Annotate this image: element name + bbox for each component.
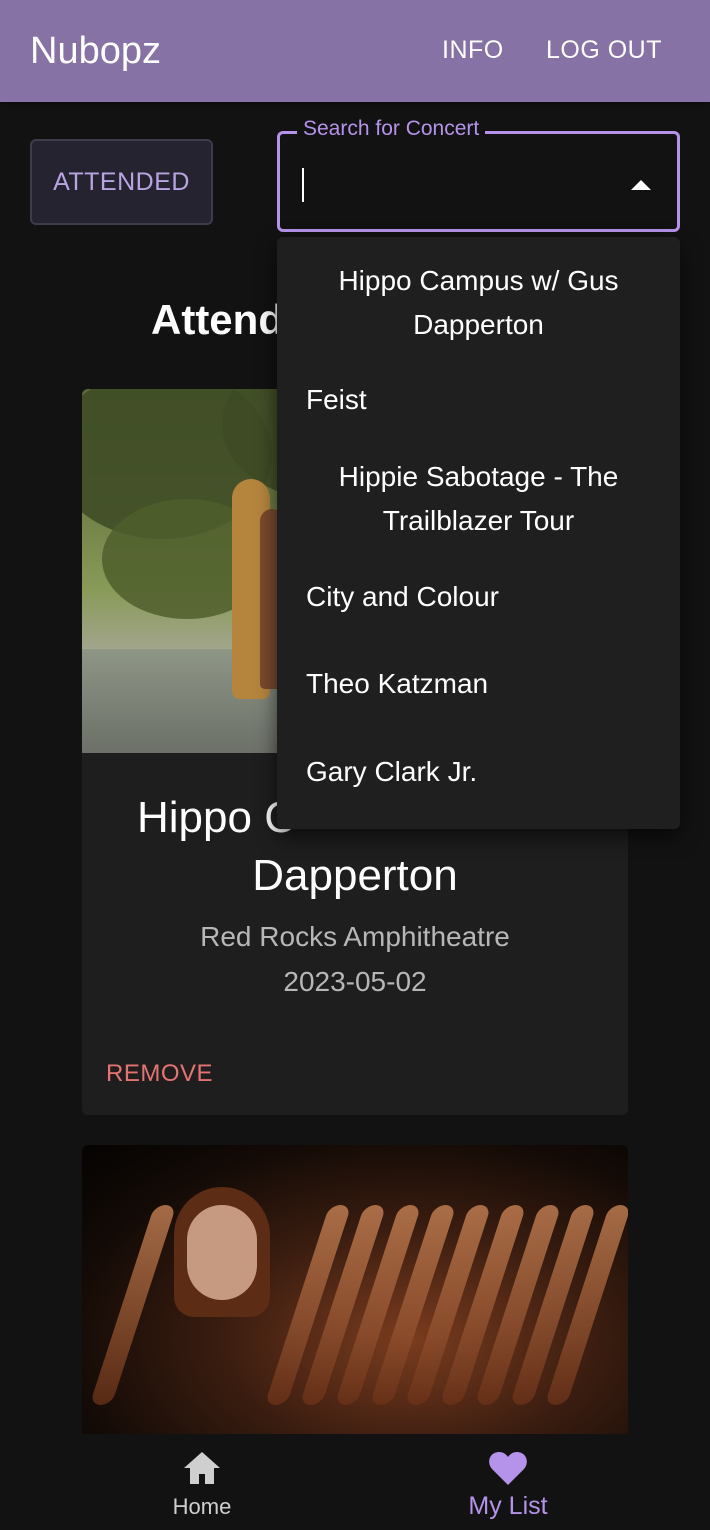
heart-icon (489, 1452, 527, 1485)
concert-venue: Red Rocks Amphitheatre (200, 921, 510, 952)
concert-search-field[interactable]: Search for Concert (277, 117, 680, 232)
info-button[interactable]: INFO (442, 36, 504, 65)
concert-dropdown-list: Hippo Campus w/ Gus Dapperton Feist Hipp… (277, 237, 680, 829)
concert-title-line2: Dapperton (252, 851, 458, 900)
bottom-navigation: Home My List (0, 1434, 710, 1530)
nav-my-list[interactable]: My List (408, 1434, 608, 1530)
attended-filter-button[interactable]: ATTENDED (30, 139, 213, 225)
dropdown-option[interactable]: Gary Clark Jr. (306, 750, 477, 794)
logout-button[interactable]: LOG OUT (546, 36, 662, 65)
dropdown-option[interactable]: Feist (306, 378, 367, 422)
concert-image (82, 1145, 628, 1445)
remove-button[interactable]: REMOVE (106, 1060, 213, 1088)
dropdown-option[interactable]: City and Colour (306, 575, 499, 619)
search-label: Search for Concert (297, 117, 486, 141)
dropdown-option[interactable]: Hippo Campus w/ Gus Dapperton (297, 259, 660, 347)
dropdown-option[interactable]: Theo Katzman (306, 662, 488, 706)
dropdown-arrow-up-icon[interactable] (631, 180, 651, 190)
concert-date: 2023-05-02 (283, 966, 427, 997)
section-heading: Attend (151, 296, 284, 343)
nav-home[interactable]: Home (102, 1434, 302, 1530)
dropdown-option[interactable]: Hippie Sabotage - The Trailblazer Tour (297, 455, 660, 543)
nav-home-label: Home (172, 1494, 232, 1519)
app-bar: Nubopz INFO LOG OUT (0, 0, 710, 102)
app-title: Nubopz (30, 30, 161, 72)
concert-card (82, 1145, 628, 1445)
text-cursor (302, 168, 304, 202)
home-icon (184, 1452, 220, 1484)
nav-my-list-label: My List (468, 1492, 548, 1520)
